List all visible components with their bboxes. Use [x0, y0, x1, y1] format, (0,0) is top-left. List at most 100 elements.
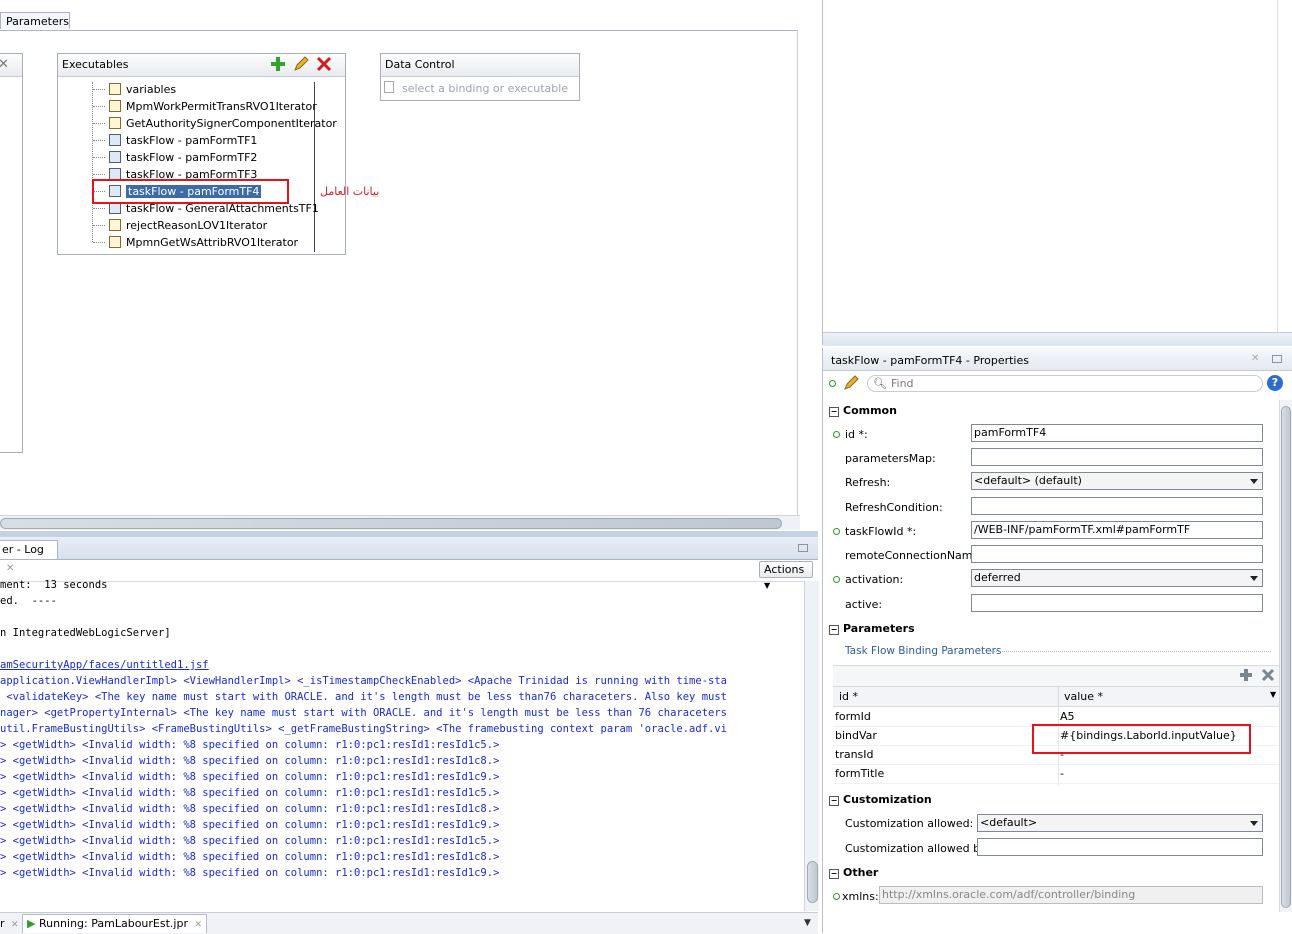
status-dot-icon — [833, 576, 840, 583]
tree-connector — [93, 123, 105, 124]
iterator-icon — [109, 100, 121, 112]
bottom-tab-bar: r ✕ ▶ Running: PamLabourEst.jpr ✕ ▼ — [0, 912, 818, 934]
executable-item[interactable]: taskFlow - pamFormTF1 — [126, 132, 257, 149]
executables-tree: variables MpmWorkPermitTransRVO1Iterator G… — [58, 77, 343, 253]
executable-item[interactable]: taskFlow - pamFormTF2 — [126, 149, 257, 166]
active-field[interactable] — [971, 594, 1263, 612]
bindings-panel-header: ✕ — [0, 54, 22, 77]
properties-toolbar: 🔍︎ Find ? — [823, 372, 1292, 396]
parameter-value[interactable]: A5 — [1060, 710, 1075, 723]
close-icon[interactable]: ✕ — [194, 920, 202, 930]
find-input[interactable]: 🔍︎ Find — [867, 375, 1263, 392]
delete-icon[interactable] — [316, 56, 332, 72]
xmlns-label: xmlns: — [842, 890, 879, 903]
customization-allowed-by-field[interactable] — [977, 838, 1263, 856]
task-flow-binding-parameters-label: Task Flow Binding Parameters — [845, 645, 1002, 657]
tree-connector — [93, 140, 105, 141]
properties-scrollbar[interactable] — [1279, 400, 1292, 912]
editor-horizontal-scrollbar[interactable] — [0, 515, 800, 530]
executables-panel: Executables variables MpmWorkPermitTransR… — [57, 53, 346, 255]
section-parameters[interactable]: − Parameters — [829, 622, 915, 635]
edit-pencil-icon[interactable] — [843, 375, 859, 391]
section-parameters-label: Parameters — [843, 622, 915, 635]
tab-log[interactable]: er - Log ✕ — [0, 540, 58, 574]
add-icon[interactable] — [1239, 668, 1253, 682]
add-icon[interactable] — [270, 56, 286, 72]
scrollbar-thumb[interactable] — [0, 518, 782, 529]
customization-allowed-select[interactable]: <default> — [977, 814, 1263, 832]
parametersmap-field[interactable] — [971, 448, 1263, 466]
remoteconnectionname-field[interactable] — [971, 545, 1263, 563]
executable-item-label: MpmWorkPermitTransRVO1Iterator — [126, 100, 317, 113]
activation-label: activation: — [845, 573, 904, 586]
id-label: id *: — [845, 428, 868, 441]
log-vertical-scrollbar[interactable] — [804, 581, 819, 911]
taskflow-icon — [109, 134, 121, 146]
executable-item[interactable]: rejectReasonLOV1Iterator — [126, 217, 267, 234]
bindings-panel-partial: ✕ — [0, 53, 23, 453]
customization-allowed-label: Customization allowed: — [845, 817, 974, 830]
refresh-select[interactable]: <default> (default) — [971, 472, 1263, 490]
log-line: ment: 13 seconds — [0, 579, 108, 591]
collapse-icon: − — [829, 869, 839, 879]
log-line: > <getWidth> <Invalid width: %8 specifie… — [0, 755, 500, 767]
tab-running[interactable]: ▶ Running: PamLabourEst.jpr ✕ — [22, 914, 208, 933]
log-link[interactable]: amSecurityApp/faces/untitled1.jsf — [0, 657, 209, 673]
find-placeholder: Find — [891, 377, 914, 390]
minimize-icon[interactable] — [1272, 355, 1282, 363]
log-line: > <getWidth> <Invalid width: %8 specifie… — [0, 803, 500, 815]
log-line: nager> <getPropertyInternal> <The key na… — [0, 707, 727, 719]
close-icon[interactable]: ✕ — [11, 920, 19, 930]
executable-item[interactable]: MpmWorkPermitTransRVO1Iterator — [126, 98, 317, 115]
tree-connector — [93, 106, 105, 107]
data-control-placeholder: select a binding or executable — [402, 82, 569, 95]
executable-item[interactable]: GetAuthoritySignerComponentIterator — [126, 115, 337, 132]
refreshcondition-field[interactable] — [971, 497, 1263, 515]
executable-item-label: MpmnGetWsAttribRVO1Iterator — [126, 236, 299, 249]
executable-item-label: GetAuthoritySignerComponentIterator — [126, 117, 337, 130]
parameter-id: formId — [835, 710, 871, 723]
log-line: > <getWidth> <Invalid width: %8 specifie… — [0, 819, 500, 831]
properties-inspector: taskFlow - pamFormTF4 - Properties ✕ 🔍︎ … — [822, 348, 1292, 933]
taskflow-icon — [109, 151, 121, 163]
section-common[interactable]: − Common — [829, 404, 897, 417]
section-other[interactable]: − Other — [829, 866, 878, 879]
search-icon: 🔍︎ — [873, 377, 887, 390]
edit-pencil-icon[interactable] — [293, 56, 309, 72]
taskflowid-field[interactable]: /WEB-INF/pamFormTF.xml#pamFormTF — [971, 521, 1263, 539]
minimize-icon[interactable] — [798, 544, 808, 552]
column-divider — [1058, 687, 1059, 706]
structure-scrollbar[interactable] — [1277, 0, 1292, 332]
tab-first[interactable]: r ✕ — [0, 915, 19, 932]
executable-item-label: taskFlow - pamFormTF2 — [126, 151, 258, 164]
help-icon[interactable]: ? — [1267, 375, 1283, 391]
log-tab-label: er - Log — [2, 543, 44, 556]
delete-icon[interactable]: ✕ — [0, 57, 9, 72]
active-label: active: — [845, 598, 883, 611]
annotation-arabic: بيانات العامل — [320, 185, 380, 198]
id-field[interactable]: pamFormTF4 — [971, 424, 1263, 442]
parameter-value[interactable]: - — [1060, 767, 1064, 780]
executable-item[interactable]: variables — [126, 81, 176, 98]
parameter-row[interactable]: formTitle - — [833, 764, 1279, 784]
scrollbar-thumb[interactable] — [1281, 406, 1291, 908]
executable-item[interactable]: MpmnGetWsAttribRVO1Iterator — [126, 234, 298, 251]
tab-parameters[interactable]: Parameters — [0, 12, 70, 29]
chevron-down-icon[interactable]: ▼ — [804, 918, 811, 928]
tree-connector — [93, 157, 105, 158]
actions-button[interactable]: Actions ▼ — [759, 561, 813, 590]
close-icon[interactable]: ✕ — [1251, 353, 1259, 364]
activation-select[interactable]: deferred — [971, 569, 1263, 587]
log-line: > <getWidth> <Invalid width: %8 specifie… — [0, 867, 500, 879]
executable-item-label: variables — [126, 83, 177, 96]
tree-connector — [93, 242, 105, 243]
status-dot-icon — [833, 528, 840, 535]
delete-icon[interactable] — [1261, 668, 1275, 682]
pane-splitter[interactable] — [823, 332, 1292, 346]
scrollbar-thumb[interactable] — [807, 861, 818, 903]
section-customization[interactable]: − Customization — [829, 793, 932, 806]
chevron-down-icon[interactable]: ▼ — [1270, 690, 1276, 699]
tree-connector — [93, 89, 105, 90]
actions-label: Actions — [764, 563, 805, 576]
highlight-box-selected-taskflow — [92, 179, 289, 204]
